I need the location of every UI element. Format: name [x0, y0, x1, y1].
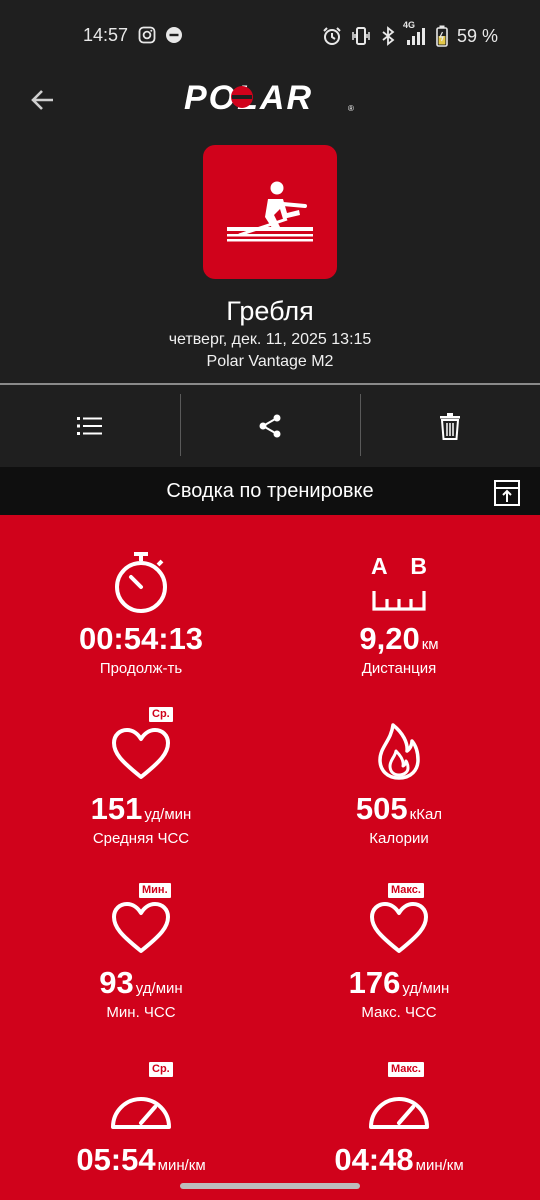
summary-title: Сводка по тренировке: [166, 479, 374, 502]
device-name: Polar Vantage M2: [206, 353, 334, 370]
duration-label: Продолж-ть: [99, 660, 183, 677]
list-icon: [77, 417, 102, 435]
avg-pace-badge: Ср.: [149, 1062, 173, 1077]
avg-pace-unit: мин/км: [157, 1157, 206, 1174]
max-pace-value: 04:48: [334, 1142, 414, 1177]
min-hr-unit: уд/мин: [135, 980, 183, 997]
summary-export-button[interactable]: [494, 480, 520, 506]
action-bar: [0, 385, 540, 467]
max-hr-unit: уд/мин: [402, 980, 450, 997]
distance-unit: км: [421, 636, 439, 653]
summary-header: Сводка по тренировке: [0, 467, 540, 515]
trash-icon: [440, 413, 460, 440]
stat-max-pace[interactable]: Макс. 04:48 мин/км: [264, 1060, 534, 1175]
max-pace-unit: мин/км: [415, 1157, 464, 1174]
calories-label: Калории: [369, 830, 429, 847]
stats-grid: 00:54:13 Продолж-ть A B 9,20 км Дистанция…: [0, 515, 540, 1200]
distance-point-b: B: [410, 553, 427, 579]
stat-avg-pace[interactable]: Ср. 05:54 мин/км: [6, 1060, 276, 1175]
polar-logo: POLAR ®: [184, 79, 356, 117]
max-hr-label: Макс. ЧСС: [361, 1004, 437, 1021]
max-hr-badge: Макс.: [388, 883, 424, 898]
min-hr-badge: Мин.: [139, 883, 171, 898]
battery-level: 59 %: [456, 25, 498, 46]
upload-icon: [496, 487, 518, 502]
heart-icon: [112, 902, 170, 953]
min-hr-value: 93: [99, 965, 134, 1000]
stat-min-hr[interactable]: Мин. 93 уд/мин Мин. ЧСС: [6, 883, 276, 1021]
status-time: 14:57: [83, 25, 129, 45]
alarm-icon: [323, 27, 341, 45]
stopwatch-icon: [115, 552, 167, 613]
chat-icon: [166, 27, 182, 43]
rowing-icon: [227, 181, 313, 242]
max-hr-value: 176: [348, 965, 401, 1000]
distance-label: Дистанция: [361, 660, 437, 677]
flame-icon: [378, 723, 420, 780]
session-date: четверг, дек. 11, 2025 13:15: [168, 331, 372, 348]
stat-distance[interactable]: A B 9,20 км Дистанция: [264, 543, 534, 677]
app-header: POLAR ® Гребля четверг, дек. 11, 2025 13…: [0, 72, 540, 384]
battery-icon: [436, 25, 448, 47]
stat-max-hr[interactable]: Макс. 176 уд/мин Макс. ЧСС: [264, 883, 534, 1021]
distance-icon: A B: [264, 543, 534, 613]
sport-name: Гребля: [226, 296, 314, 326]
heart-icon: [370, 902, 428, 953]
back-arrow-icon: [31, 90, 53, 110]
avg-pace-value: 05:54: [76, 1142, 156, 1177]
gesture-nav-handle[interactable]: [180, 1183, 360, 1189]
avg-hr-badge: Ср.: [149, 707, 173, 722]
bluetooth-icon: [382, 26, 395, 46]
speedometer-icon: [369, 1097, 429, 1129]
back-button[interactable]: [22, 80, 62, 120]
delete-button[interactable]: [360, 385, 540, 467]
stat-avg-hr[interactable]: Ср. 151 уд/мин Средняя ЧСС: [6, 707, 276, 847]
share-icon: [259, 414, 281, 438]
instagram-icon: [138, 26, 156, 44]
speedometer-icon: [111, 1097, 171, 1129]
status-bar: 14:57 4G 59 %: [0, 0, 540, 72]
max-pace-badge: Макс.: [388, 1062, 424, 1077]
min-hr-label: Мин. ЧСС: [106, 1004, 176, 1021]
distance-point-a: A: [371, 553, 388, 579]
network-type: 4G: [402, 20, 415, 30]
duration-value: 00:54:13: [78, 621, 204, 656]
heart-icon: [112, 728, 170, 779]
avg-hr-value: 151: [90, 791, 143, 826]
calories-unit: кКал: [409, 806, 443, 823]
svg-text:®: ®: [348, 104, 354, 113]
avg-hr-unit: уд/мин: [144, 806, 192, 823]
avg-hr-label: Средняя ЧСС: [92, 830, 190, 847]
sport-icon-tile: [203, 145, 337, 279]
share-button[interactable]: [180, 385, 360, 467]
details-list-button[interactable]: [0, 385, 180, 467]
distance-value: 9,20: [359, 621, 420, 656]
calories-value: 505: [355, 791, 408, 826]
vibrate-icon: [352, 27, 370, 45]
stat-calories[interactable]: 505 кКал Калории: [264, 711, 534, 847]
stat-duration[interactable]: 00:54:13 Продолж-ть: [6, 543, 276, 677]
